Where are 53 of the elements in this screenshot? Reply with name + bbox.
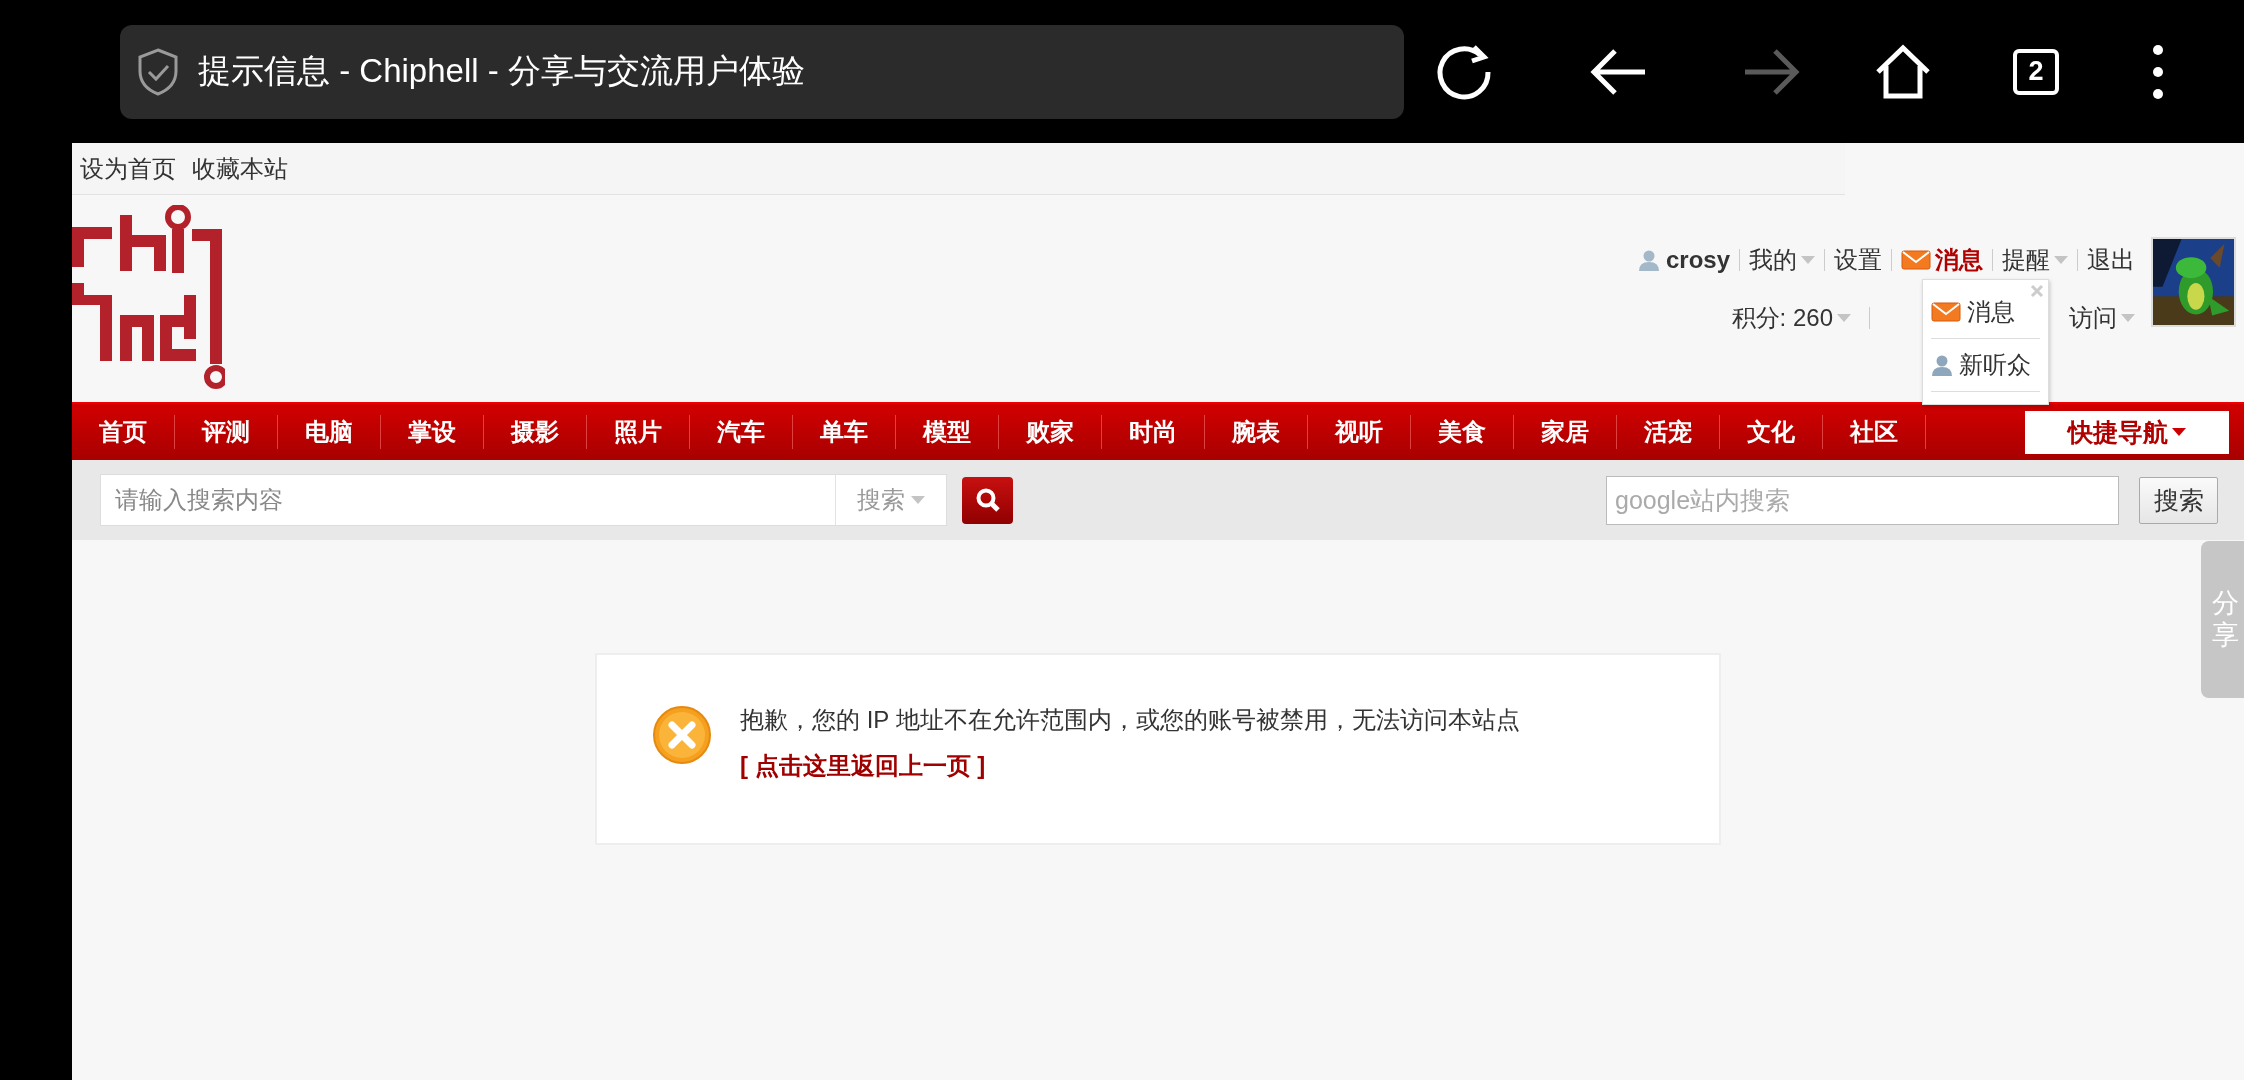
nav-tab[interactable]: 活宠: [1617, 415, 1720, 449]
user-icon: [1637, 249, 1660, 271]
nav-tab[interactable]: 视听: [1308, 415, 1411, 449]
search-icon: [974, 487, 1001, 513]
menu-link[interactable]: 提醒: [2002, 244, 2068, 276]
nav-tab[interactable]: 败家: [999, 415, 1102, 449]
nav-tab[interactable]: 时尚: [1102, 415, 1205, 449]
back-link[interactable]: [ 点击这里返回上一页 ]: [740, 752, 986, 779]
points-link[interactable]: 积分: 260: [1731, 302, 1851, 334]
nav-tab[interactable]: 电脑: [278, 415, 381, 449]
caret-icon: [911, 496, 925, 504]
google-search-field[interactable]: google站内搜索: [1606, 475, 2119, 525]
nav-tab[interactable]: 美食: [1411, 415, 1514, 449]
address-bar[interactable]: 提示信息 - Chiphell - 分享与交流用户体验: [120, 24, 1404, 119]
caret-icon: [1801, 256, 1815, 264]
nav-tab[interactable]: 家居: [1514, 415, 1617, 449]
shield-icon: [136, 46, 180, 97]
logo-drawing[interactable]: [72, 205, 225, 391]
nav-tab[interactable]: 汽车: [690, 415, 793, 449]
nav-tab[interactable]: 摄影: [484, 415, 587, 449]
mail-icon: [1931, 302, 1961, 322]
nav-tab[interactable]: 评测: [175, 415, 278, 449]
popup-item[interactable]: 消息: [1931, 286, 2040, 339]
caret-icon: [2172, 428, 2186, 436]
top-link[interactable]: 设为首页: [80, 152, 176, 185]
nav-tab[interactable]: 单车: [793, 415, 896, 449]
nav-tab[interactable]: 照片: [587, 415, 690, 449]
popup-item[interactable]: 新听众: [1931, 339, 2040, 392]
menu-link[interactable]: 我的: [1749, 244, 1815, 276]
nav-tab[interactable]: 文化: [1720, 415, 1823, 449]
mail-icon: [1901, 250, 1931, 270]
nav-tab[interactable]: 首页: [72, 415, 175, 449]
menu-link[interactable]: 访问: [2069, 302, 2135, 334]
tab-count-button[interactable]: 2: [2013, 48, 2059, 95]
header-link[interactable]: 退出: [2087, 244, 2135, 276]
quick-nav-button[interactable]: 快捷导航: [2025, 410, 2229, 454]
error-message: 抱歉，您的 IP 地址不在允许范围内，或您的账号被禁用，无法访问本站点: [740, 705, 1520, 735]
caret-icon: [2054, 256, 2068, 264]
nav-tab[interactable]: 掌设: [381, 415, 484, 449]
search-button[interactable]: [962, 476, 1013, 524]
error-icon: [652, 703, 712, 767]
caret-icon: [1837, 314, 1851, 322]
username[interactable]: crosy: [1665, 246, 1730, 274]
nav-tab[interactable]: 腕表: [1205, 415, 1308, 449]
nav-tab[interactable]: 社区: [1823, 415, 1926, 449]
caret-icon: [2121, 314, 2135, 322]
top-link[interactable]: 收藏本站: [192, 152, 288, 185]
nav-tab[interactable]: 模型: [896, 415, 999, 449]
header-link[interactable]: 设置: [1834, 244, 1882, 276]
google-search-button[interactable]: 搜索: [2139, 476, 2218, 524]
page-title: 提示信息 - Chiphell - 分享与交流用户体验: [198, 51, 805, 91]
messages-link[interactable]: 消息: [1901, 244, 1983, 276]
user-icon: [1931, 354, 1953, 376]
